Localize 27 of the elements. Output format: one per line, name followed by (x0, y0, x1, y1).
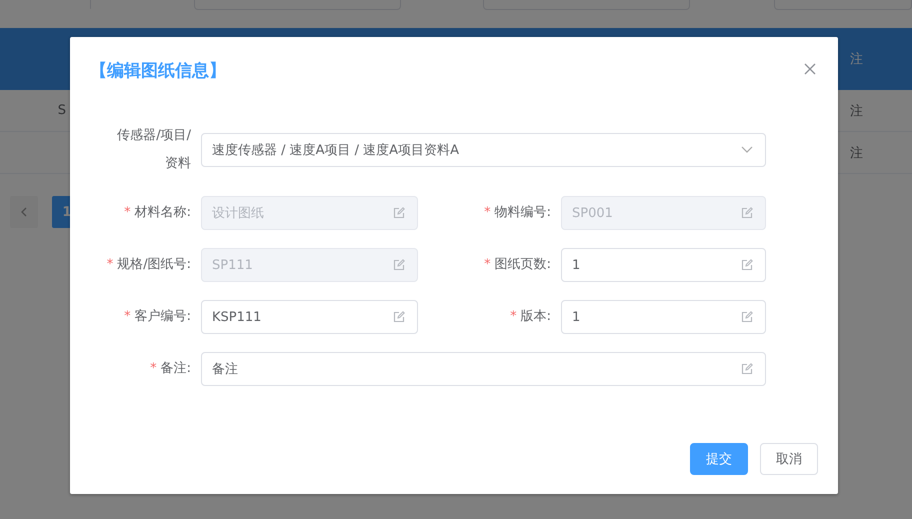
required-mark: * (106, 257, 114, 273)
table-cell-text: S (56, 103, 66, 118)
table-cell-text: 注 (850, 102, 864, 120)
required-mark: * (124, 205, 131, 221)
table-cell-text: 注 (850, 144, 864, 162)
field-label: 材料名称: (134, 205, 191, 221)
input-field[interactable]: 1 (561, 300, 766, 334)
input-field[interactable]: 1 (561, 248, 766, 282)
input-field[interactable]: 备注 (201, 352, 766, 386)
field-label: 客户编号: (134, 309, 191, 325)
required-mark: * (510, 309, 517, 325)
dialog-title: 【编辑图纸信息】 (90, 60, 226, 82)
required-mark: * (150, 361, 157, 377)
field-label: 版本: (520, 309, 551, 325)
required-mark: * (484, 205, 491, 221)
field-label: 物料编号: (494, 205, 551, 221)
cancel-button[interactable]: 取消 (760, 443, 818, 475)
field-label: 传感器/项目/资料 (116, 127, 191, 173)
select-value: 速度传感器 / 速度A项目 / 速度A项目资料A (212, 142, 459, 159)
cascader-select[interactable]: 速度传感器 / 速度A项目 / 速度A项目资料A (201, 133, 766, 167)
column-header: 注 (850, 51, 864, 68)
required-mark: * (484, 257, 491, 273)
field-label: 备注: (160, 361, 191, 377)
field-label: 规格/图纸号: (117, 257, 191, 273)
field-label: 图纸页数: (494, 257, 551, 273)
required-mark: * (124, 309, 131, 325)
input-field[interactable]: KSP111 (201, 300, 418, 334)
